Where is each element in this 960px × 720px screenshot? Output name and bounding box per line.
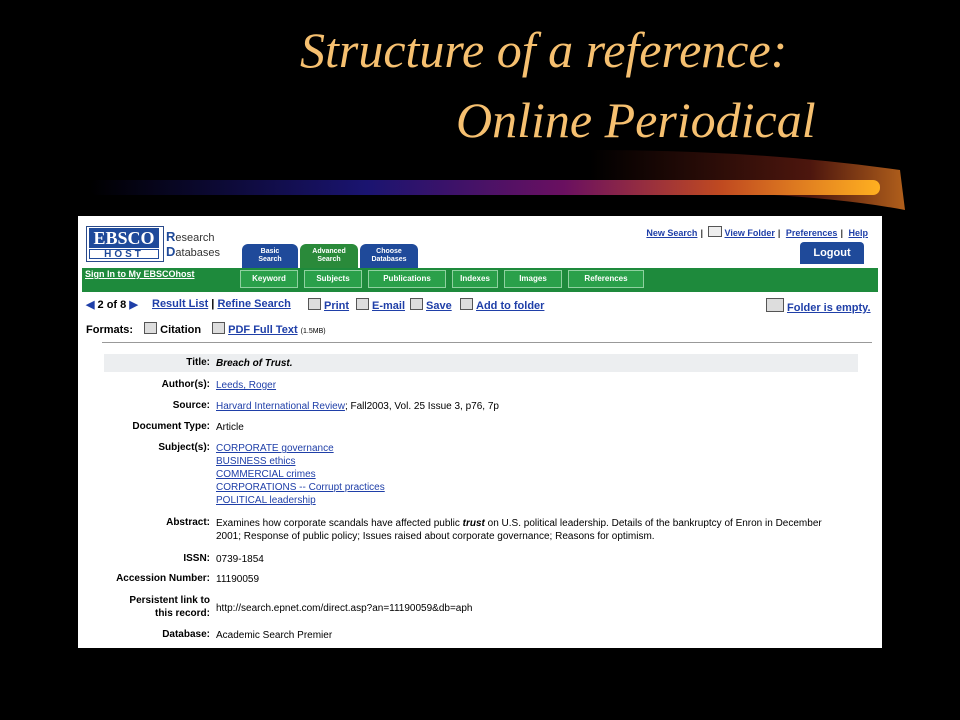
subtab-subjects[interactable]: Subjects [304,270,362,288]
subject-link[interactable]: POLITICAL leadership [216,495,316,506]
record-position: ◀ 2 of 8 ▶ [86,299,138,311]
formats-label: Formats: [86,324,134,336]
help-link[interactable]: Help [848,228,868,238]
divider [102,342,872,343]
logo-bottom: HOST [89,249,159,260]
subject-link[interactable]: CORPORATIONS -- Corrupt practices [216,482,385,493]
subject-link[interactable]: BUSINESS ethics [216,456,295,467]
brand-line-1: esearch [175,232,215,244]
logo-top: EBSCO [89,228,159,248]
persistent-link[interactable]: http://search.epnet.com/direct.asp?an=11… [216,602,836,615]
folder-icon [708,226,723,237]
record-nav: ◀ 2 of 8 ▶ Result List | Refine Search P… [86,298,871,314]
add-folder-icon [460,298,473,310]
decorative-swoosh [90,150,905,210]
tab-basic-search[interactable]: Basic Search [242,244,298,268]
source-link[interactable]: Harvard International Review [216,401,345,412]
search-mode-bar: Sign In to My EBSCOhost Keyword Subjects… [82,268,878,292]
slide-title-line-2: Online Periodical [456,92,816,148]
preferences-link[interactable]: Preferences [786,228,838,238]
ebsco-screenshot: EBSCO HOST Research Databases Basic Searc… [78,216,882,648]
email-link[interactable]: E-mail [372,300,405,312]
next-arrow-icon[interactable]: ▶ [129,299,137,311]
prev-arrow-icon[interactable]: ◀ [86,299,94,311]
pdf-icon [212,322,226,334]
subtab-keyword[interactable]: Keyword [240,270,298,288]
view-folder-link[interactable]: View Folder [724,228,774,238]
logout-button[interactable]: Logout [800,242,864,264]
research-databases-brand: Research Databases [166,230,220,260]
save-link[interactable]: Save [426,300,452,312]
pdf-full-text-link[interactable]: PDF Full Text [228,324,297,336]
ebsco-logo: EBSCO HOST [86,226,164,262]
brand-cap-r: R [166,229,176,244]
author-link[interactable]: Leeds, Roger [216,380,276,391]
brand-line-2: atabases [175,247,221,259]
pdf-size: (1.5MB) [300,328,326,335]
empty-folder-icon [766,298,784,312]
brand-cap-d: D [166,244,176,259]
new-search-link[interactable]: New Search [646,228,697,238]
folder-status-link[interactable]: Folder is empty. [787,302,871,314]
add-to-folder-link[interactable]: Add to folder [476,300,544,312]
print-icon [308,298,321,310]
title-label: Title: [186,357,210,368]
citation-icon [144,322,158,334]
print-link[interactable]: Print [324,300,349,312]
result-list-link[interactable]: Result List [152,298,208,310]
subtab-indexes[interactable]: Indexes [452,270,498,288]
subtab-images[interactable]: Images [504,270,562,288]
subject-link[interactable]: CORPORATE governance [216,443,334,454]
subtab-publications[interactable]: Publications [368,270,446,288]
title-value: Breach of Trust. [216,358,293,369]
email-icon [356,298,369,310]
citation-label: Citation [160,324,202,336]
refine-search-link[interactable]: Refine Search [217,298,290,310]
sign-in-link[interactable]: Sign In to My EBSCOhost [85,269,195,279]
slide-title-line-1: Structure of a reference: [300,22,788,78]
row-title: Title: Breach of Trust. [104,354,858,372]
tab-advanced-search[interactable]: Advanced Search [300,244,358,268]
subtab-references[interactable]: References [568,270,644,288]
tab-choose-databases[interactable]: Choose Databases [360,244,418,268]
formats-row: Formats: Citation PDF Full Text (1.5MB) [86,322,326,336]
top-links: New Search | View Folder | Preferences | He… [646,226,868,238]
subject-link[interactable]: COMMERCIAL crimes [216,469,316,480]
save-icon [410,298,423,310]
